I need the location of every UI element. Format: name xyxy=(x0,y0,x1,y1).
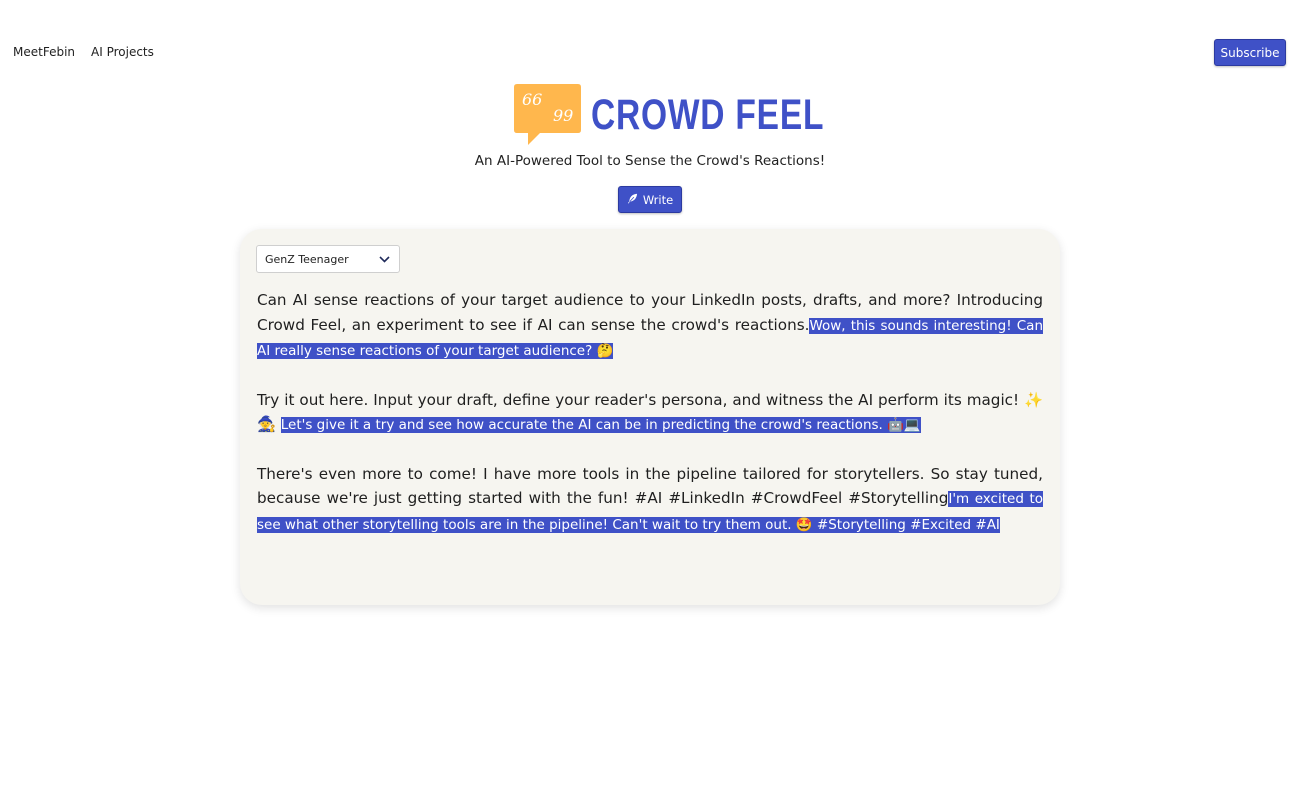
persona-select-value: GenZ Teenager xyxy=(265,252,349,266)
post-paragraph: There's even more to come! I have more t… xyxy=(257,462,1043,538)
persona-select[interactable]: GenZ Teenager xyxy=(256,245,400,273)
post-content[interactable]: Can AI sense reactions of your target au… xyxy=(257,288,1043,561)
write-button-label: Write xyxy=(642,192,674,207)
post-text: There's even more to come! I have more t… xyxy=(257,464,1043,508)
crowd-reaction: Let's give it a try and see how accurate… xyxy=(280,417,921,433)
brand-logo: 66 99 CROWD FEEL xyxy=(514,84,890,145)
write-button[interactable]: Write xyxy=(618,186,682,213)
top-nav: MeetFebin AI Projects xyxy=(13,45,154,59)
post-paragraph: Can AI sense reactions of your target au… xyxy=(257,288,1043,364)
logo-quote-open: 66 xyxy=(522,90,542,109)
nav-link-ai-projects[interactable]: AI Projects xyxy=(91,45,154,59)
logo-quote-close: 99 xyxy=(553,106,573,125)
brand-name: CROWD FEEL xyxy=(591,90,825,139)
nav-link-meetfebin[interactable]: MeetFebin xyxy=(13,45,75,59)
post-paragraph: Try it out here. Input your draft, defin… xyxy=(257,388,1043,438)
tagline: An AI-Powered Tool to Sense the Crowd's … xyxy=(474,153,826,169)
subscribe-button[interactable]: Subscribe xyxy=(1214,39,1286,66)
chevron-down-icon xyxy=(379,253,390,266)
post-card: GenZ Teenager Can AI sense reactions of … xyxy=(240,229,1060,605)
quote-bubble-icon: 66 99 xyxy=(514,84,581,145)
feather-icon xyxy=(627,193,638,207)
